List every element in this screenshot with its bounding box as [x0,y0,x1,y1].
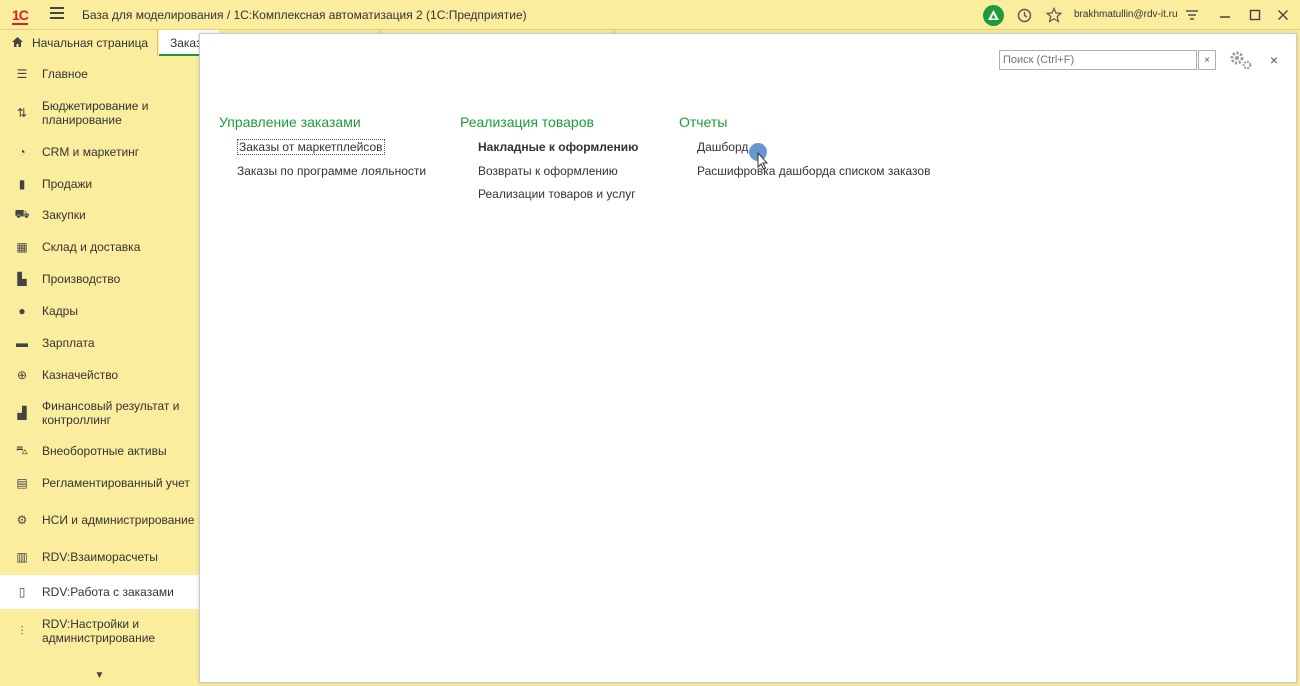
section-link-label: Заказы по программе лояльности [237,163,427,178]
budget-icon: ⇅ [16,106,28,120]
sidebar-scroll-down-icon[interactable]: ▼ [0,664,199,686]
user-account[interactable]: brakhmatullin@rdv-it.ru [1074,9,1178,20]
title-bar: 1С База для моделирования / 1С:Комплексн… [0,0,1300,30]
section-link[interactable]: Реализации товаров и услуг [478,187,638,211]
sidebar-item-label: Продажи [42,177,93,191]
sidebar-item-label: Производство [42,272,121,286]
sidebar-item-label: НСИ и администрирование [42,513,195,527]
tab-home[interactable]: Начальная страница [0,30,158,56]
section-link[interactable]: Возвраты к оформлению [478,164,638,188]
sidebar-item[interactable]: ▙ Производство [0,263,199,295]
sidebar-item-label: RDV:Настройки и администрирование [42,617,156,645]
home-icon [11,36,24,51]
window-title: База для моделирования / 1С:Комплексная … [82,8,527,22]
notifications-icon[interactable] [982,4,1004,26]
bag-icon: ▮ [18,177,26,191]
maximize-icon[interactable] [1244,4,1266,26]
sidebar-item-label: RDV:Взаиморасчеты [42,550,158,564]
wallet-icon: ▬ [16,336,28,350]
sections-sidebar: ☰ Главное ⇅ Бюджетирование и планирование ◔ C… [0,57,199,686]
sidebar-item-label: Казначейство [42,368,119,382]
sidebar-item-label: Регламентированный учет [42,476,190,490]
section-reports: Отчеты Дашборд Расшифровка дашборда списко… [679,114,930,187]
sidebar-item-label: CRM и маркетинг [42,145,140,159]
section-order-management: Управление заказами Заказы от маркетплейс… [219,114,426,187]
sidebar-item[interactable]: ⇅ Бюджетирование и планирование [0,91,199,135]
sidebar-item[interactable]: ⫶ RDV:Настройки и администрирование [0,609,199,653]
sidebar-item-label: Кадры [42,304,78,318]
sidebar-item[interactable]: ● Кадры [0,295,199,327]
section-link[interactable]: Заказы по программе лояльности [237,164,426,188]
sidebar-item-label: Внеоборотные активы [42,444,167,458]
sidebar-item-label: Зарплата [42,336,95,350]
clear-search-icon[interactable]: × [1198,50,1216,70]
close-window-icon[interactable] [1272,4,1294,26]
sidebar-item[interactable]: ⊕ Казначейство [0,359,199,391]
gear-icon: ⚙ [16,513,28,527]
pie-chart-icon: ◔ [18,145,26,159]
cart-icon: ⛟ [14,207,30,221]
section-link-label: Заказы от маркетплейсов [237,139,385,155]
sidebar-item[interactable]: ◔ CRM и маркетинг [0,135,199,169]
warehouse-icon: ▦ [16,240,28,254]
document-icon: ▯ [18,585,26,599]
favorites-star-icon[interactable] [1043,4,1065,26]
sidebar-item-label: Финансовый результат и контроллинг [42,399,180,427]
section-goods-sales: Реализация товаров Накладные к оформлению… [460,114,638,211]
section-link-label: Дашборд [697,140,749,154]
section-link[interactable]: Расшифровка дашборда списком заказов [697,164,930,188]
section-link-label: Накладные к оформлению [478,140,639,154]
sidebar-item[interactable]: ▯ RDV:Работа с заказами [0,575,199,609]
sidebar-item-label: Склад и доставка [42,240,141,254]
section-title: Реализация товаров [460,114,594,130]
sliders-icon: ⫶ [20,623,24,638]
person-icon: ● [18,304,26,318]
bar-chart-icon: ▟ [17,406,27,420]
calculator-icon: ▤ [16,476,28,490]
history-icon[interactable] [1013,4,1035,26]
sidebar-item-label: Главное [42,67,88,81]
sidebar-item[interactable]: ☰ Главное [0,57,199,91]
main-menu-icon[interactable] [50,7,64,21]
sidebar-item[interactable]: ▬ Зарплата [0,327,199,359]
close-panel-icon[interactable]: × [1266,50,1282,70]
sidebar-item-label: Бюджетирование и планирование [42,99,149,127]
sidebar-item[interactable]: ⛍ Внеоборотные активы [0,435,199,467]
search-input[interactable] [1000,51,1196,69]
section-title: Отчеты [679,114,728,130]
window-settings-icon[interactable] [1181,4,1203,26]
section-link[interactable]: Накладные к оформлению [478,140,638,164]
sidebar-item[interactable]: ▤ Регламентированный учет [0,467,199,499]
coin-icon: ⊕ [16,368,28,382]
sidebar-item[interactable]: ▦ Склад и доставка [0,231,199,263]
section-link[interactable]: Дашборд [697,140,930,164]
sidebar-item-label: RDV:Работа с заказами [42,585,174,599]
factory-icon: ▙ [17,272,27,286]
app-logo[interactable]: 1С [12,7,29,25]
ledger-icon: ▥ [16,550,28,564]
sidebar-item[interactable]: ⚙ НСИ и администрирование [0,499,199,541]
list-icon: ☰ [16,67,28,81]
panel-settings-gear-icon[interactable] [1228,49,1252,71]
minimize-icon[interactable] [1214,4,1236,26]
search-box[interactable] [999,50,1197,70]
sidebar-item[interactable]: ▮ Продажи [0,169,199,199]
sidebar-item[interactable]: ▟ Финансовый результат и контроллинг [0,391,199,435]
section-link-label: Возвраты к оформлению [478,163,618,178]
car-icon: ⛍ [15,443,29,457]
sidebar-item[interactable]: ▥ RDV:Взаиморасчеты [0,541,199,573]
section-title: Управление заказами [219,114,361,130]
section-link[interactable]: Заказы от маркетплейсов [237,139,426,164]
sidebar-item[interactable]: ⛟ Закупки [0,199,199,231]
section-link-label: Реализации товаров и услуг [478,187,636,201]
section-link-label: Расшифровка дашборда списком заказов [697,163,931,178]
tab-home-label: Начальная страница [32,36,149,50]
function-panel: × × Управление заказами Заказы от маркетп… [199,33,1297,683]
sidebar-item-label: Закупки [42,208,86,222]
